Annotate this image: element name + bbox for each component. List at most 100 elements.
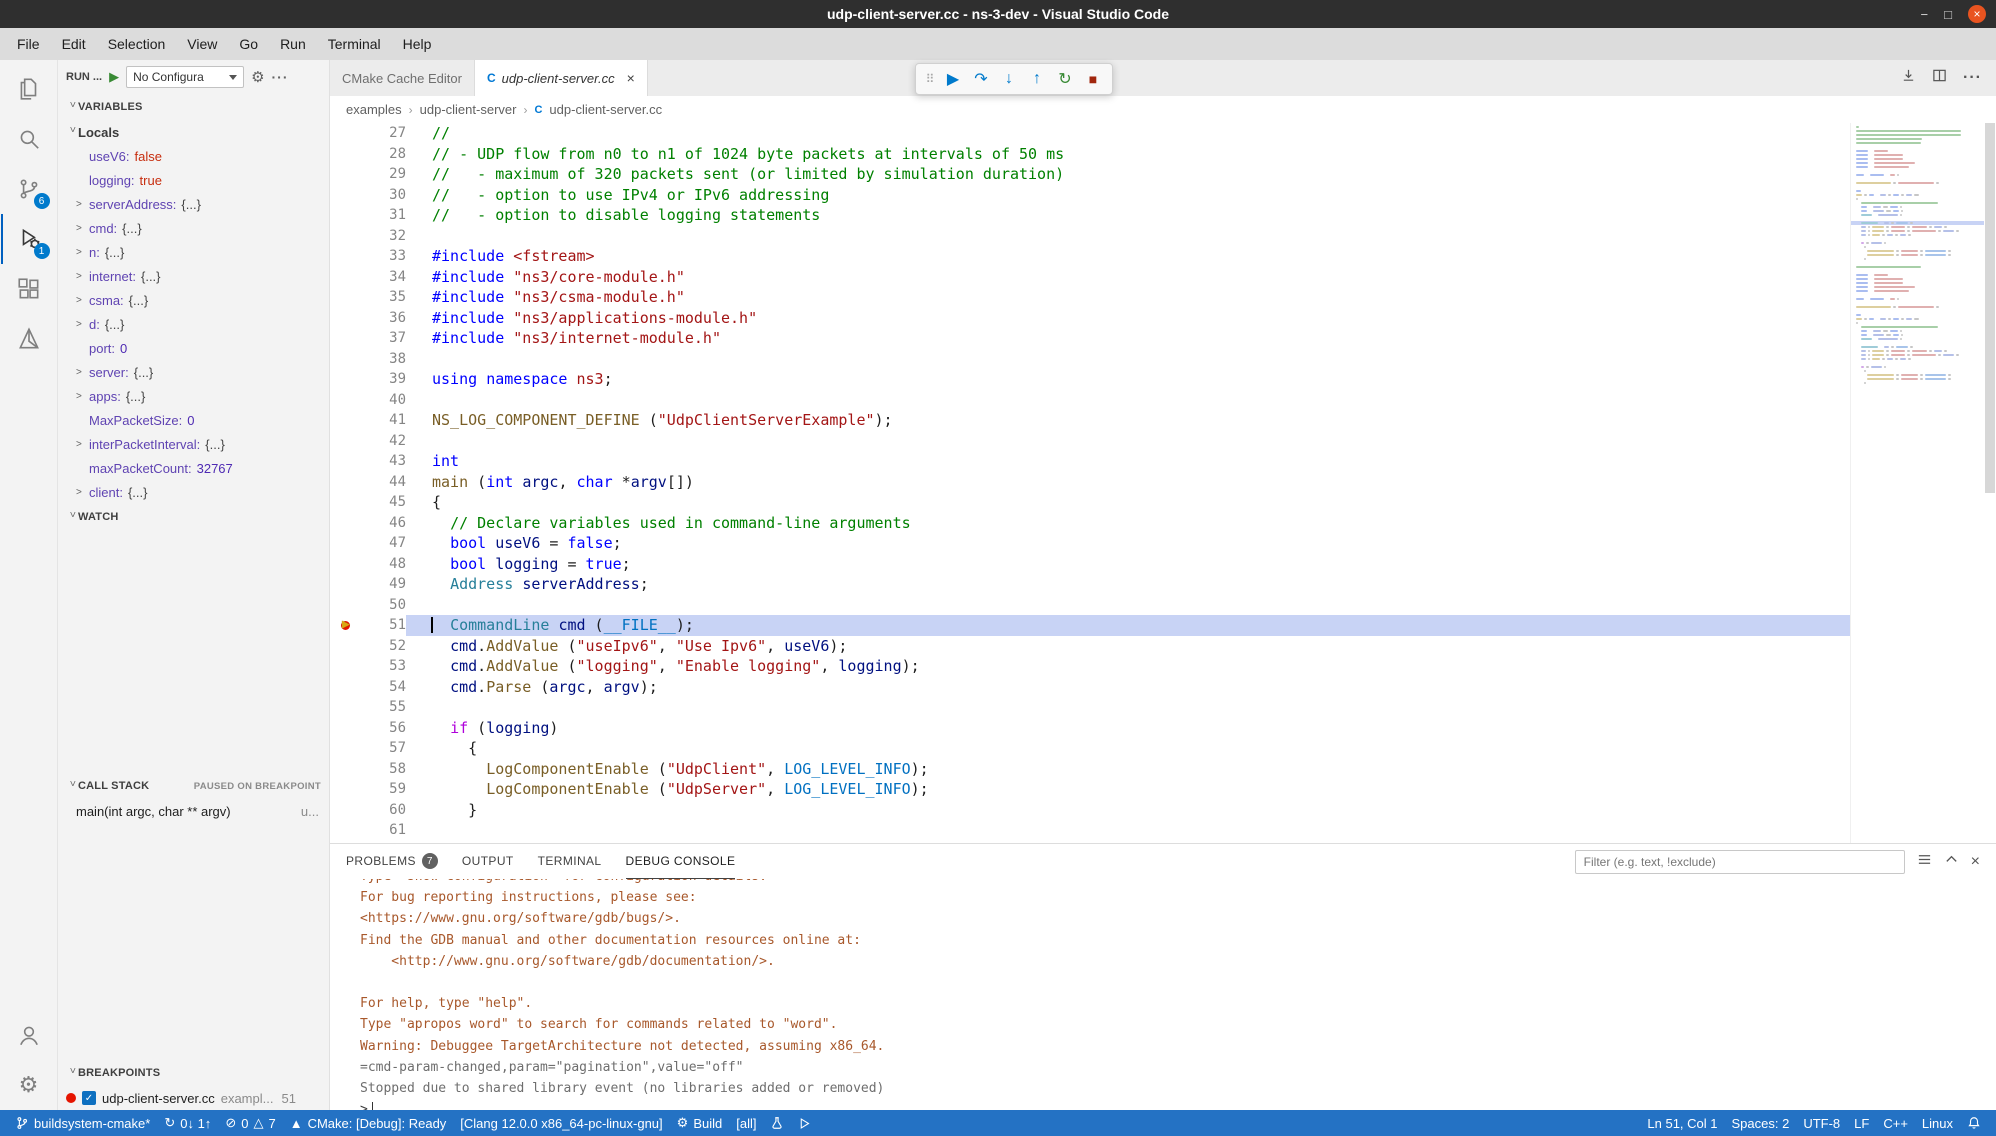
variable-row-logging[interactable]: >logging:true — [58, 168, 329, 192]
variable-row-n[interactable]: >n:{...} — [58, 240, 329, 264]
variable-row-port[interactable]: >port:0 — [58, 336, 329, 360]
code-line[interactable]: 55 — [330, 697, 1850, 718]
menu-item-terminal[interactable]: Terminal — [317, 28, 392, 60]
code-line[interactable]: 36#include "ns3/applications-module.h" — [330, 308, 1850, 329]
variable-row-internet[interactable]: >internet:{...} — [58, 264, 329, 288]
code-line[interactable]: 46 // Declare variables used in command-… — [330, 513, 1850, 534]
console-filter-input[interactable] — [1575, 850, 1905, 874]
glyph-margin[interactable] — [330, 738, 366, 759]
configure-gear-icon[interactable]: ⚙ — [251, 68, 264, 86]
code-line[interactable]: 28// - UDP flow from n0 to n1 of 1024 by… — [330, 144, 1850, 165]
menu-item-selection[interactable]: Selection — [97, 28, 177, 60]
code-line[interactable]: 61 — [330, 820, 1850, 841]
panel-tab-output[interactable]: OUTPUT — [462, 844, 514, 879]
glyph-margin[interactable] — [330, 123, 366, 144]
code-line[interactable]: 56 if (logging) — [330, 718, 1850, 739]
expand-chevron-icon[interactable]: > — [76, 295, 89, 306]
close-tab-icon[interactable]: × — [627, 70, 635, 86]
glyph-margin[interactable] — [330, 246, 366, 267]
step-into-button[interactable]: ↓ — [996, 66, 1022, 92]
code-line[interactable]: 49 Address serverAddress; — [330, 574, 1850, 595]
code-line[interactable]: 29// - maximum of 320 packets sent (or l… — [330, 164, 1850, 185]
glyph-margin[interactable] — [330, 410, 366, 431]
status-item-cmake-status[interactable]: ▲CMake: [Debug]: Ready — [283, 1110, 454, 1136]
glyph-margin[interactable] — [330, 779, 366, 800]
glyph-margin[interactable] — [330, 451, 366, 472]
drag-handle[interactable]: ⠿ — [922, 66, 938, 92]
download-icon[interactable] — [1901, 68, 1916, 88]
code-line[interactable]: 48 bool logging = true; — [330, 554, 1850, 575]
breakpoint-checkbox[interactable]: ✓ — [82, 1091, 96, 1105]
console-input[interactable]: > — [360, 1099, 1996, 1110]
debug-console[interactable]: Type "show configuration" for configurat… — [330, 879, 1996, 1110]
variable-row-server[interactable]: >server:{...} — [58, 360, 329, 384]
glyph-margin[interactable] — [330, 533, 366, 554]
panel-tab-terminal[interactable]: TERMINAL — [538, 844, 602, 879]
glyph-margin[interactable] — [330, 656, 366, 677]
variable-row-usev6[interactable]: >useV6:false — [58, 144, 329, 168]
status-item-notifications-bell[interactable] — [1960, 1110, 1988, 1136]
glyph-margin[interactable] — [330, 595, 366, 616]
code-line[interactable]: 45{ — [330, 492, 1850, 513]
status-item-cmake-build-target[interactable]: [all] — [729, 1110, 763, 1136]
variable-row-maxpacketsize[interactable]: >MaxPacketSize:0 — [58, 408, 329, 432]
call-stack-section-header[interactable]: > CALL STACK PAUSED ON BREAKPOINT — [58, 773, 329, 799]
breakpoint-item[interactable]: ✓ udp-client-server.cc exampl... 51 — [58, 1086, 329, 1110]
code-line[interactable]: 53 cmd.AddValue ("logging", "Enable logg… — [330, 656, 1850, 677]
status-item-git-branch[interactable]: buildsystem-cmake* — [8, 1110, 157, 1136]
code-line[interactable]: 47 bool useV6 = false; — [330, 533, 1850, 554]
glyph-margin[interactable] — [330, 205, 366, 226]
variable-row-maxpacketcount[interactable]: >maxPacketCount:32767 — [58, 456, 329, 480]
status-item-cmake-test[interactable] — [763, 1110, 791, 1136]
status-item-cmake-build[interactable]: ⚙Build — [670, 1110, 730, 1136]
code-line[interactable]: 27// — [330, 123, 1850, 144]
code-line[interactable]: ▶51 CommandLine cmd (__FILE__); — [330, 615, 1850, 636]
maximize-panel-icon[interactable] — [1944, 852, 1959, 872]
extensions-icon[interactable] — [1, 264, 57, 314]
glyph-margin[interactable] — [330, 820, 366, 841]
glyph-margin[interactable] — [330, 677, 366, 698]
expand-chevron-icon[interactable]: > — [76, 271, 89, 282]
glyph-margin[interactable] — [330, 697, 366, 718]
expand-chevron-icon[interactable]: > — [76, 367, 89, 378]
code-line[interactable]: 35#include "ns3/csma-module.h" — [330, 287, 1850, 308]
code-line[interactable]: 60 } — [330, 800, 1850, 821]
breadcrumb-item-examples[interactable]: examples — [346, 102, 402, 117]
glyph-margin[interactable] — [330, 144, 366, 165]
code-line[interactable]: 59 LogComponentEnable ("UdpServer", LOG_… — [330, 779, 1850, 800]
code-line[interactable]: 41NS_LOG_COMPONENT_DEFINE ("UdpClientSer… — [330, 410, 1850, 431]
status-item-language-mode[interactable]: C++ — [1876, 1110, 1915, 1136]
code-line[interactable]: 31// - option to disable logging stateme… — [330, 205, 1850, 226]
debug-config-dropdown[interactable]: No Configura — [126, 66, 244, 88]
variable-row-client[interactable]: >client:{...} — [58, 480, 329, 504]
maximize-icon[interactable]: □ — [1944, 8, 1952, 21]
stop-button[interactable]: ■ — [1080, 66, 1106, 92]
status-item-eol[interactable]: LF — [1847, 1110, 1876, 1136]
variable-row-interpacketinterval[interactable]: >interPacketInterval:{...} — [58, 432, 329, 456]
status-item-cmake-kit[interactable]: [Clang 12.0.0 x86_64-pc-linux-gnu] — [453, 1110, 669, 1136]
panel-tab-debug-console[interactable]: DEBUG CONSOLE — [626, 844, 736, 879]
code-line[interactable]: 54 cmd.Parse (argc, argv); — [330, 677, 1850, 698]
status-item-encoding[interactable]: UTF-8 — [1796, 1110, 1847, 1136]
restart-button[interactable]: ↻ — [1052, 66, 1078, 92]
glyph-margin[interactable] — [330, 636, 366, 657]
expand-chevron-icon[interactable]: > — [76, 199, 89, 210]
code-line[interactable]: 32 — [330, 226, 1850, 247]
code-line[interactable]: 37#include "ns3/internet-module.h" — [330, 328, 1850, 349]
status-item-os-indicator[interactable]: Linux — [1915, 1110, 1960, 1136]
code-line[interactable]: 39using namespace ns3; — [330, 369, 1850, 390]
glyph-margin[interactable] — [330, 267, 366, 288]
glyph-margin[interactable] — [330, 492, 366, 513]
expand-chevron-icon[interactable]: > — [76, 439, 89, 450]
tab-udp-client-server-cc[interactable]: Cudp-client-server.cc× — [475, 60, 648, 96]
code-line[interactable]: 33#include <fstream> — [330, 246, 1850, 267]
code-line[interactable]: 58 LogComponentEnable ("UdpClient", LOG_… — [330, 759, 1850, 780]
code-line[interactable]: 34#include "ns3/core-module.h" — [330, 267, 1850, 288]
menu-item-file[interactable]: File — [6, 28, 51, 60]
variable-row-serveraddress[interactable]: >serverAddress:{...} — [58, 192, 329, 216]
editor-scrollbar[interactable] — [1984, 123, 1996, 843]
variable-row-d[interactable]: >d:{...} — [58, 312, 329, 336]
glyph-margin[interactable] — [330, 472, 366, 493]
minimize-icon[interactable]: − — [1921, 8, 1929, 21]
close-panel-icon[interactable]: × — [1971, 853, 1980, 871]
